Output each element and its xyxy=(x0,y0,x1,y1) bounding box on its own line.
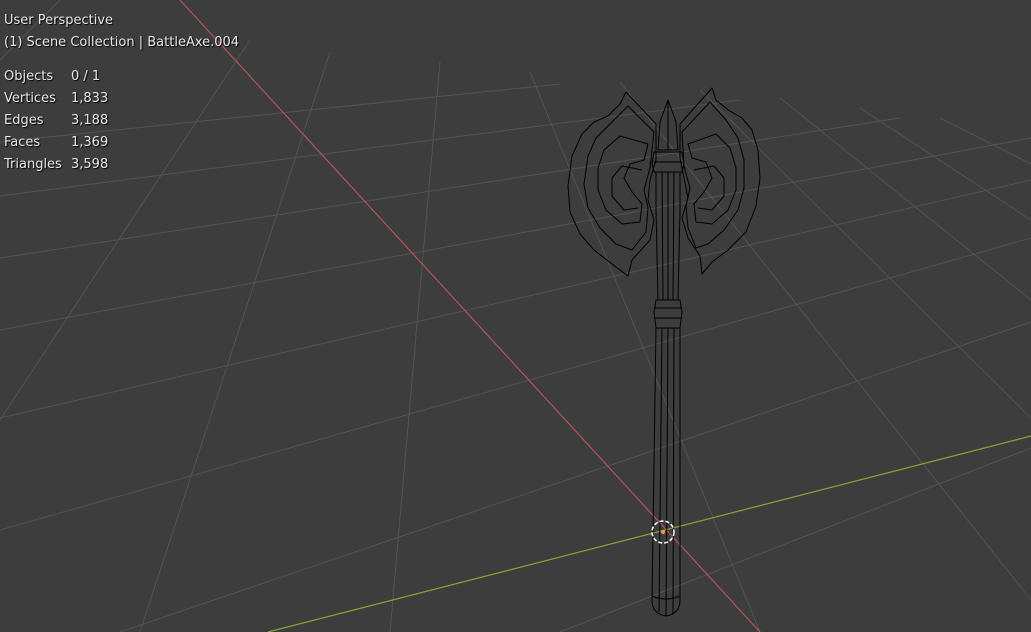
axe-handle-line xyxy=(665,327,669,617)
stat-value: 1,369 xyxy=(71,135,109,150)
stat-label: Triangles xyxy=(4,157,62,172)
stat-value: 3,188 xyxy=(71,113,109,128)
grid-line xyxy=(0,179,1031,419)
axe-blade-right xyxy=(679,87,761,275)
viewport-text-overlay: User Perspective (1) Scene Collection | … xyxy=(4,10,239,176)
stat-value: 3,598 xyxy=(71,157,109,172)
stat-label: Edges xyxy=(4,113,44,128)
3d-viewport[interactable]: User Perspective (1) Scene Collection | … xyxy=(0,0,1031,632)
y-axis-line xyxy=(267,435,1031,632)
grid-line xyxy=(559,447,1031,632)
axe-handle-line xyxy=(658,327,663,613)
stat-value: 0 / 1 xyxy=(71,69,101,84)
stat-label: Vertices xyxy=(4,91,56,106)
axe-handle-line xyxy=(672,327,675,615)
stat-label: Objects xyxy=(4,69,54,84)
grid-line xyxy=(619,81,1031,601)
grid-line xyxy=(0,237,1031,531)
grid-line xyxy=(119,321,1031,632)
axe-socket-line xyxy=(661,171,664,301)
origin-dot xyxy=(661,530,665,534)
stat-row-objects: Objects 0 / 1 xyxy=(4,66,239,88)
grid-line xyxy=(859,107,1031,221)
stat-label: Faces xyxy=(4,135,41,150)
stat-row-triangles: Triangles 3,598 xyxy=(4,154,239,176)
statistics-panel: Objects 0 / 1 Vertices 1,833 Edges 3,188… xyxy=(4,66,239,176)
stat-row-vertices: Vertices 1,833 xyxy=(4,88,239,110)
view-name-label: User Perspective xyxy=(4,13,114,28)
grid-line xyxy=(779,97,1031,301)
axe-blade-left-detail-2 xyxy=(611,165,643,211)
axe-socket-line xyxy=(672,171,675,301)
battleaxe-wireframe[interactable] xyxy=(567,87,761,617)
stat-row-faces: Faces 1,369 xyxy=(4,132,239,154)
grid-line xyxy=(389,61,441,632)
axe-mid-collar xyxy=(653,299,683,329)
stat-value: 1,833 xyxy=(71,91,109,106)
stat-row-edges: Edges 3,188 xyxy=(4,110,239,132)
axe-blade-right-detail-2 xyxy=(693,165,725,211)
collection-info-label: (1) Scene Collection | BattleAxe.004 xyxy=(4,35,240,50)
